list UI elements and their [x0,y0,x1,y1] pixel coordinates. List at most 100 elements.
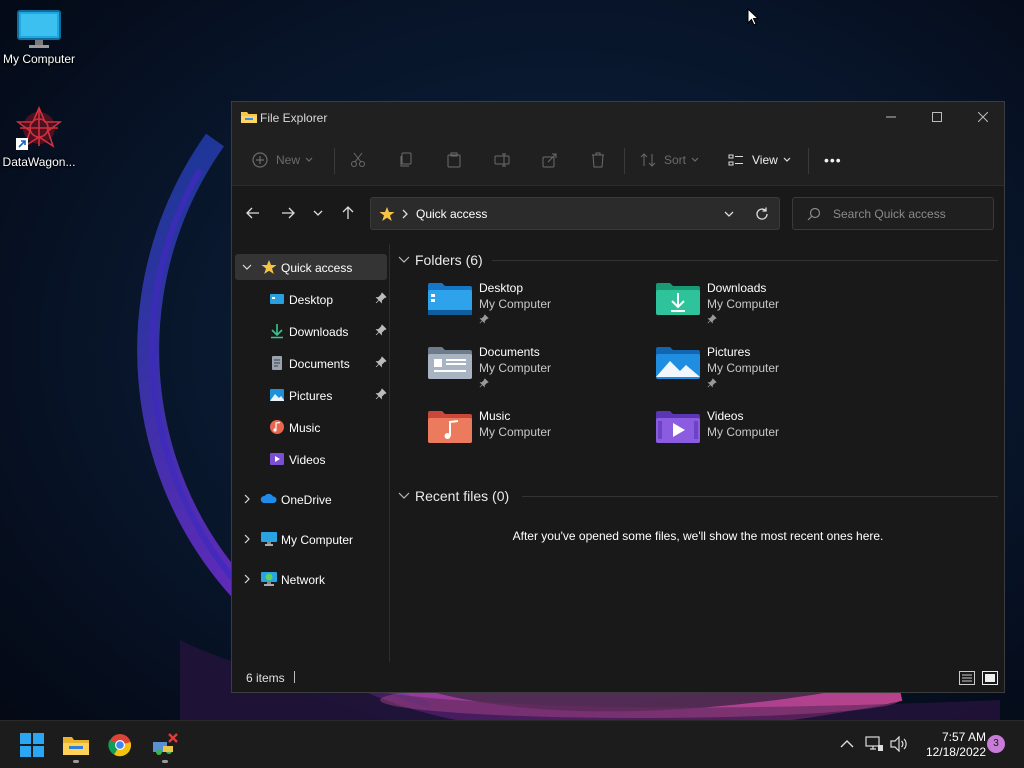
folder-tile-documents[interactable]: Documents My Computer [428,345,638,405]
more-options-button[interactable]: ••• [824,148,842,172]
clock-time: 7:57 AM [941,730,986,744]
minimize-button[interactable] [868,102,914,132]
windows-logo-icon [20,733,44,757]
running-indicator [73,760,79,763]
documents-folder-icon [428,347,472,379]
folders-group-header[interactable]: Folders (6) [398,250,483,270]
start-button[interactable] [12,725,52,765]
clipboard-icon [447,152,461,168]
view-button[interactable]: View [728,148,791,172]
nav-label: My Computer [281,533,354,547]
up-button[interactable] [336,204,360,222]
nav-item-my-computer[interactable]: My Computer [235,526,387,552]
group-divider [492,260,998,261]
nav-label: Pictures [289,389,333,403]
address-dropdown-icon[interactable] [724,211,734,217]
nav-item-desktop[interactable]: Desktop [235,286,387,312]
search-placeholder: Search Quick access [833,207,946,221]
nav-item-network[interactable]: Network [235,566,387,592]
notification-badge[interactable]: 3 [987,735,1005,753]
chevron-right-icon [244,494,250,504]
volume-icon[interactable] [890,736,908,752]
folder-tile-pictures[interactable]: Pictures My Computer [656,345,866,405]
nav-item-pictures[interactable]: Pictures [235,382,387,408]
desktop-icon-label: My Computer [2,52,76,66]
downloads-folder-icon [656,283,700,315]
taskbar: 7:57 AM 12/18/2022 [0,720,1024,768]
toolbar-separator [808,148,809,174]
back-button[interactable] [241,204,265,222]
breadcrumb-quick-access[interactable]: Quick access [416,207,487,221]
details-view-icon[interactable] [959,671,975,685]
music-icon [270,420,284,434]
star-icon [261,260,277,274]
nav-item-quick-access[interactable]: Quick access [235,254,387,280]
chevron-down-icon [313,210,323,216]
nav-label: Quick access [281,261,353,275]
trash-icon [592,152,604,168]
show-hidden-icons-icon[interactable] [840,739,854,749]
title-bar[interactable]: File Explorer [232,102,1004,132]
navigation-pane: Quick access Desktop Downloads Documents… [232,244,390,662]
file-explorer-window[interactable]: File Explorer New Sort View ••• Quick ac… [231,101,1005,693]
recent-header-label: Recent files (0) [415,488,510,504]
desktop-folder-icon [270,294,284,304]
desktop-icon-datawagon[interactable]: DataWagon... [1,106,77,169]
forward-button[interactable] [276,204,300,222]
new-button[interactable]: New [252,148,313,172]
sort-button[interactable]: Sort [640,148,699,172]
view-label: View [752,153,778,167]
folder-tile-desktop[interactable]: Desktop My Computer [428,281,638,341]
video-icon [270,453,284,465]
window-title: File Explorer [260,111,328,125]
recent-locations-button[interactable] [306,204,330,222]
share-button[interactable] [542,148,558,172]
rename-button[interactable] [494,148,510,172]
taskbar-network-tool-button[interactable] [145,725,185,765]
pin-icon [375,324,387,336]
nav-item-videos[interactable]: Videos [235,446,387,472]
close-icon [978,112,988,122]
pin-icon [707,314,717,324]
pin-icon [375,388,387,400]
nav-item-onedrive[interactable]: OneDrive [235,486,387,512]
address-bar[interactable]: Quick access [370,197,780,230]
paste-button[interactable] [446,148,462,172]
download-icon [271,324,283,339]
copy-button[interactable] [398,148,414,172]
nav-label: Network [281,573,326,587]
recent-files-group-header[interactable]: Recent files (0) [398,486,509,506]
delete-button[interactable] [590,148,606,172]
nav-item-downloads[interactable]: Downloads [235,318,387,344]
desktop-icon-label: DataWagon... [2,155,76,169]
folder-tile-downloads[interactable]: Downloads My Computer [656,281,866,341]
search-box[interactable]: Search Quick access [792,197,994,230]
taskbar-file-explorer-button[interactable] [56,725,96,765]
datawagon-shortcut-icon [16,106,62,150]
maximize-button[interactable] [914,102,960,132]
folders-header-label: Folders (6) [415,252,483,268]
taskbar-chrome-button[interactable] [100,725,140,765]
folder-tile-videos[interactable]: Videos My Computer [656,409,866,469]
pin-icon [707,378,717,388]
toolbar-separator [334,148,335,174]
desktop-icon-my-computer[interactable]: My Computer [1,9,77,66]
item-count: 6 items [246,671,285,685]
refresh-icon[interactable] [755,207,769,221]
nav-item-documents[interactable]: Documents [235,350,387,376]
large-icons-view-icon[interactable] [982,671,998,685]
group-divider [522,496,998,497]
network-status-icon[interactable] [865,736,883,752]
arrow-left-icon [246,207,259,219]
nav-item-music[interactable]: Music [235,414,387,440]
monitor-icon [261,532,277,546]
pin-icon [375,356,387,368]
star-icon [379,207,395,221]
close-button[interactable] [960,102,1006,132]
rename-icon [494,153,510,167]
cut-button[interactable] [350,148,366,172]
clock[interactable]: 7:57 AM 12/18/2022 [914,730,986,760]
mouse-cursor-icon [747,8,759,26]
chevron-right-icon [244,574,250,584]
folder-tile-music[interactable]: Music My Computer [428,409,638,469]
